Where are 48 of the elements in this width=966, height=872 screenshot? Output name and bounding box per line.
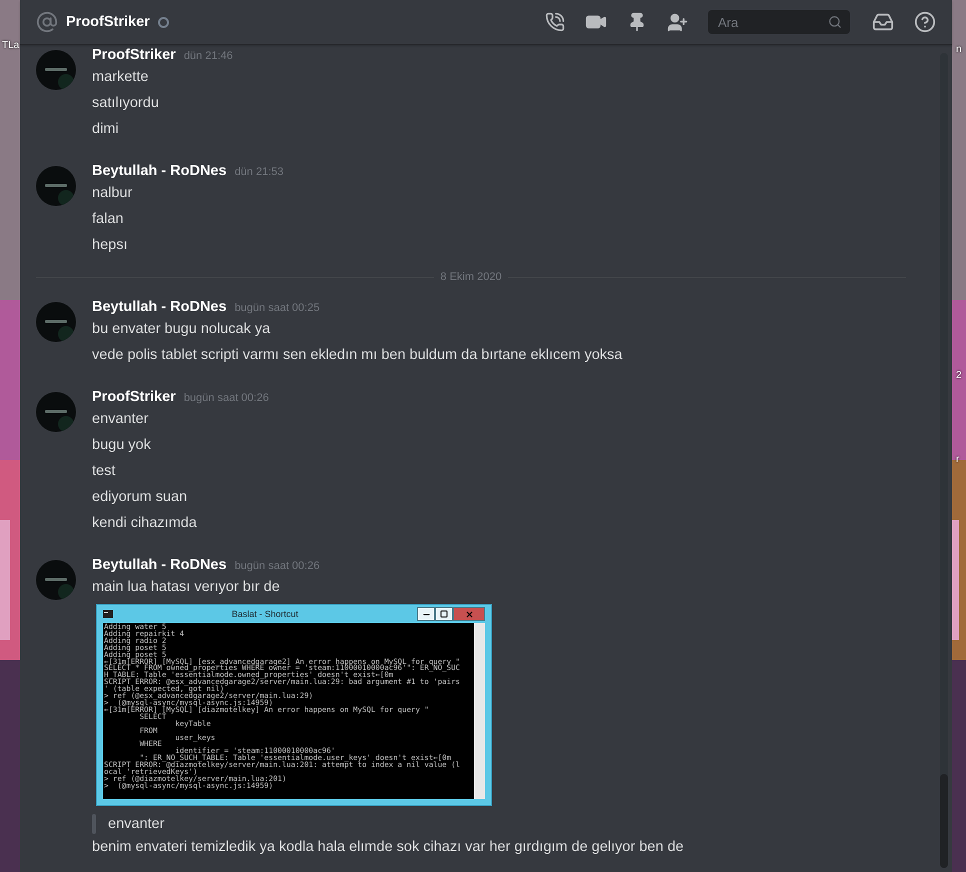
desktop-label: TLa [2,40,20,51]
message-text: envanter [92,410,150,429]
message-text: benim envateri temizledik ya kodla hala elımde sok cihazı var her gırdıgım de gelıyor ben de [92,838,684,857]
minimize-button[interactable] [417,607,435,621]
message-text: main lua hatası verıyor bır de [92,578,281,597]
maximize-button[interactable] [435,607,453,621]
message-text: falan [92,210,124,229]
timestamp: dün 21:53 [234,165,284,180]
scrollbar[interactable] [474,623,485,799]
author-name[interactable]: Beytullah - RoDNes [92,556,227,574]
search-field[interactable]: Ara [708,10,850,34]
maximize-icon [440,610,448,618]
channel-title: ProofStriker [66,14,150,30]
author-name[interactable]: ProofStriker [92,46,176,64]
search-icon [828,15,842,29]
message-text: dimi [92,120,120,139]
close-icon [464,610,474,618]
phone-call-icon[interactable] [545,12,565,32]
timestamp: bugün saat 00:26 [234,559,320,574]
date-divider: 8 Ekim 2020 [439,271,503,283]
quote-text: envanter [108,815,164,834]
at-sign-icon [36,11,58,33]
desktop-label: 2 [956,370,962,381]
search-input[interactable]: Ara [716,14,828,30]
message-text: markette [92,68,150,87]
message-text: ediyorum suan [92,488,188,507]
timestamp: bugün saat 00:25 [234,301,320,316]
help-icon[interactable] [914,11,936,33]
inbox-icon[interactable] [872,11,894,33]
message-text: vede polis tablet scripti varmı sen ekledın mı ben buldum da bırtane eklıcem yoksa [92,346,622,365]
author-name[interactable]: Beytullah - RoDNes [92,298,227,316]
timestamp: bugün saat 00:26 [184,391,269,406]
message-text: kendi cihazımda [92,514,198,533]
author-name[interactable]: ProofStriker [92,388,176,406]
console-icon [103,610,113,618]
timestamp: dün 21:46 [184,49,233,64]
close-button[interactable] [453,607,485,621]
add-user-icon[interactable] [667,12,688,32]
message-text: bugu yok [92,436,152,455]
message-text: test [92,462,116,481]
message-text: nalbur [92,184,134,203]
message-text: hepsı [92,236,128,255]
author-name[interactable]: Beytullah - RoDNes [92,162,227,180]
desktop-label: n [956,44,962,55]
console-title: Baslat - Shortcut [230,609,300,619]
message-text: satılıyordu [92,94,160,113]
scrollbar[interactable] [940,53,948,868]
message-text: bu envater bugu nolucak ya [92,320,272,339]
